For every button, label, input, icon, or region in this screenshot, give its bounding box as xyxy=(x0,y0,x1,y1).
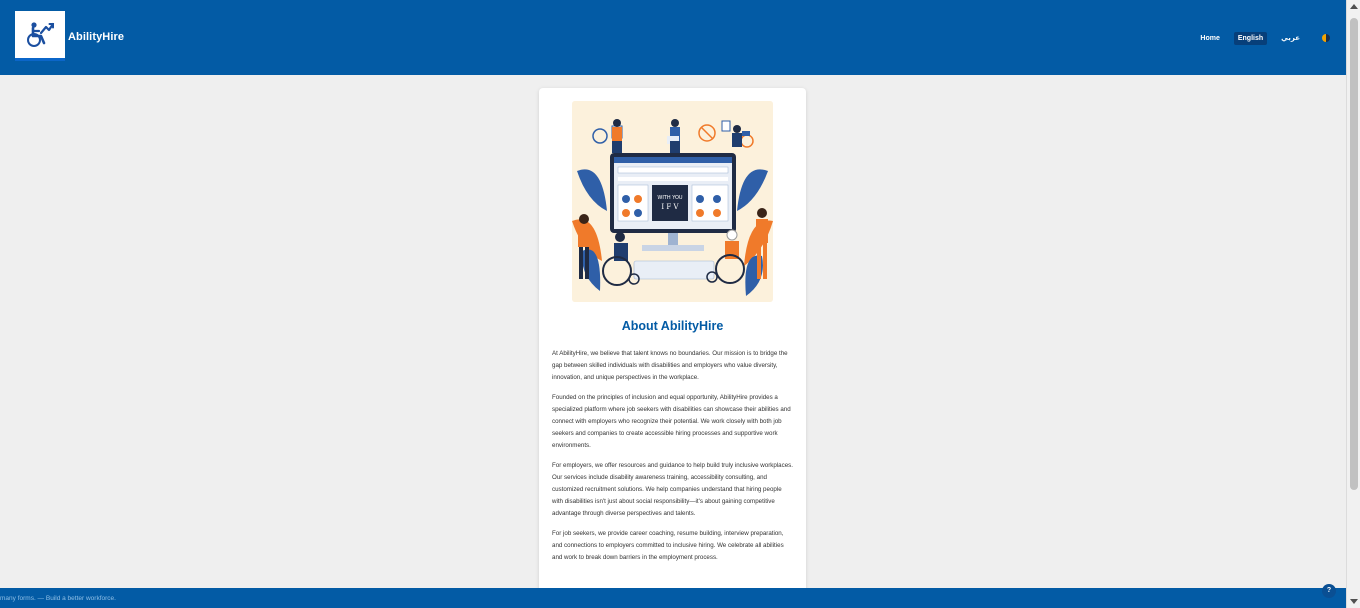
about-paragraph: For job seekers, we provide career coach… xyxy=(552,530,784,561)
footer-ticker-text: many forms. — Build a better workforce. xyxy=(0,595,116,602)
language-arabic-button[interactable]: عربي xyxy=(1277,31,1304,45)
theme-toggle-icon[interactable] xyxy=(1322,34,1330,42)
logo[interactable] xyxy=(15,11,65,61)
nav-home-link[interactable]: Home xyxy=(1196,32,1223,45)
about-illustration: WITH YOU I F V xyxy=(572,101,773,302)
footer-ticker-bar: many forms. — Build a better workforce. xyxy=(0,588,1346,608)
language-english-button[interactable]: English xyxy=(1233,31,1268,45)
about-paragraph: Founded on the principles of inclusion a… xyxy=(552,394,791,449)
vertical-scrollbar[interactable] xyxy=(1346,0,1360,608)
about-body: At AbilityHire, we believe that talent k… xyxy=(552,348,794,572)
site-header: AbilityHire Home English عربي xyxy=(0,0,1346,75)
about-card: WITH YOU I F V About AbilityHire At Abil… xyxy=(539,88,806,608)
scroll-thumb[interactable] xyxy=(1350,18,1358,490)
svg-text:WITH YOU: WITH YOU xyxy=(657,195,683,201)
about-paragraph: At AbilityHire, we believe that talent k… xyxy=(552,350,788,381)
svg-text:I F V: I F V xyxy=(661,203,679,211)
about-title: About AbilityHire xyxy=(621,319,724,333)
help-icon[interactable]: ? xyxy=(1322,584,1336,598)
wheelchair-logo-icon xyxy=(27,21,55,47)
main-nav: Home English عربي xyxy=(1196,31,1330,45)
scroll-down-icon[interactable] xyxy=(1350,599,1358,604)
about-paragraph: For employers, we offer resources and gu… xyxy=(552,462,793,517)
brand-name[interactable]: AbilityHire xyxy=(68,31,124,43)
scroll-up-icon[interactable] xyxy=(1350,4,1358,9)
